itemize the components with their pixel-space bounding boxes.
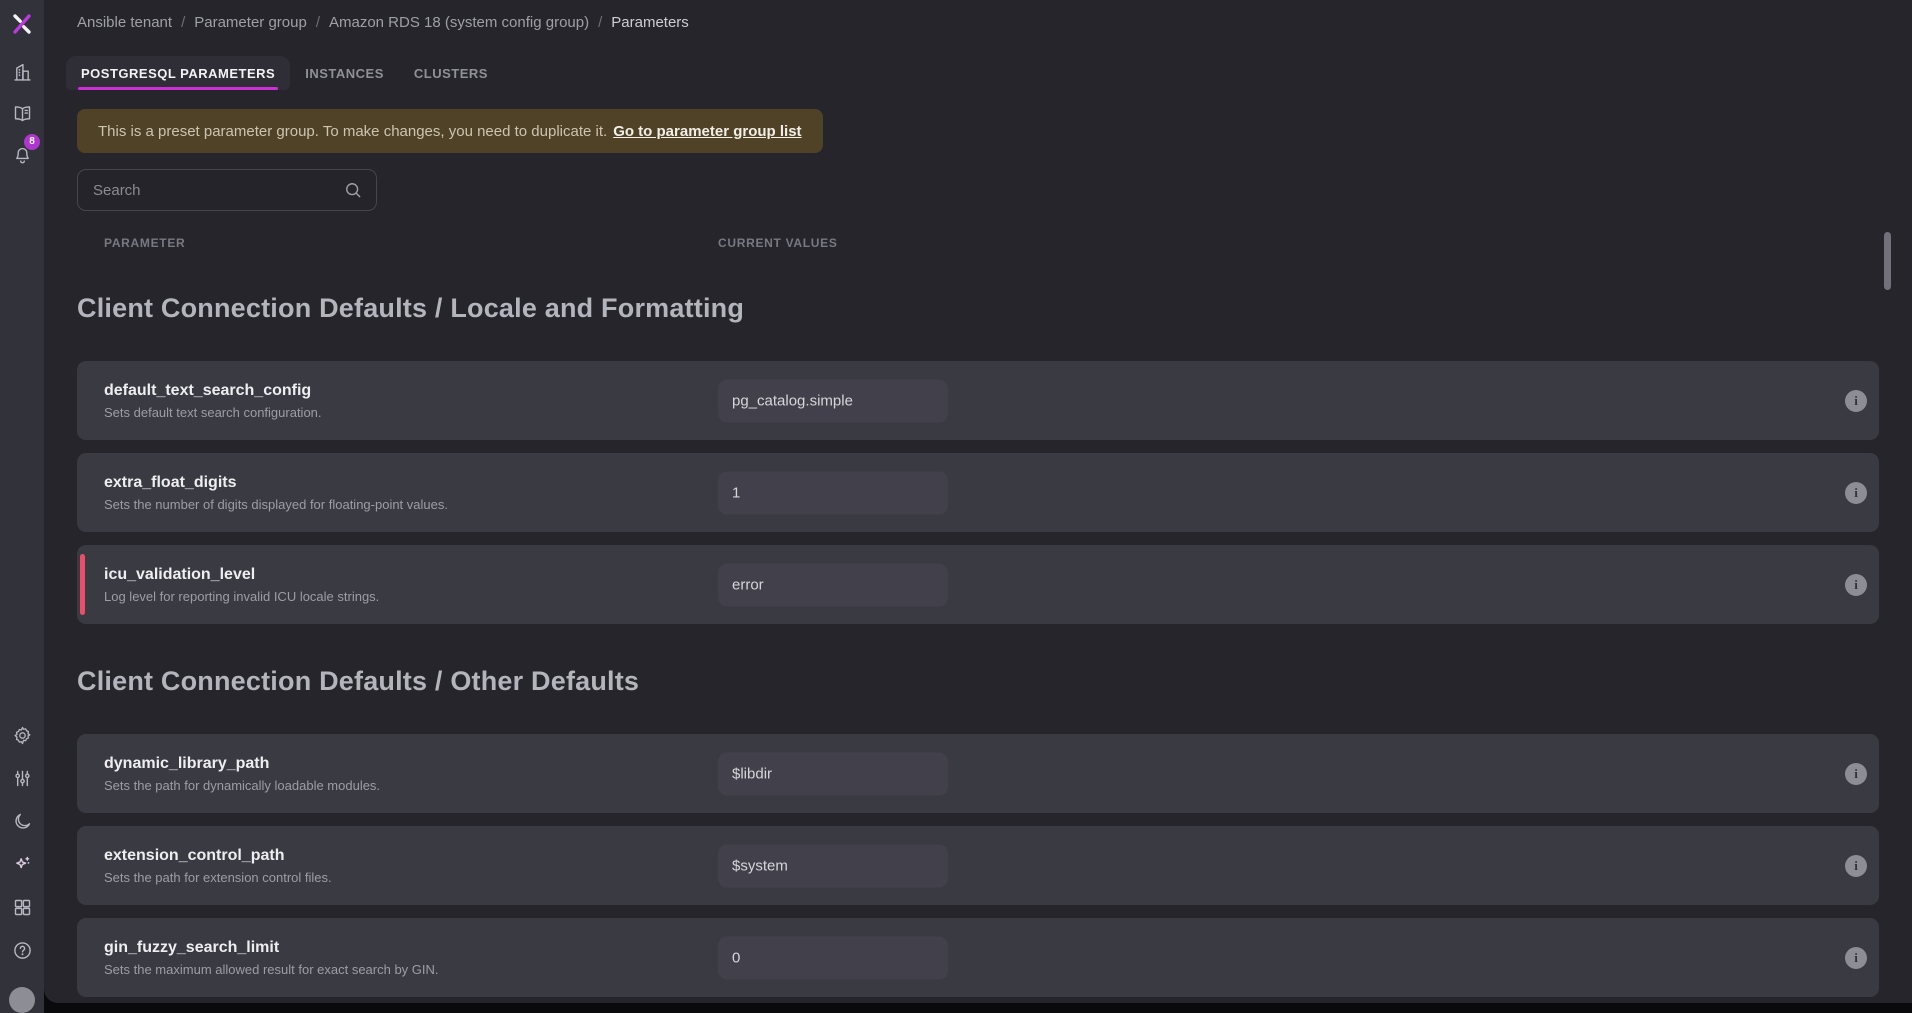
parameter-description: Sets the path for extension control file… (104, 870, 332, 885)
parameter-value-input[interactable]: $system (718, 844, 948, 887)
parameter-name: icu_validation_level (104, 566, 379, 584)
parameter-value-input[interactable]: pg_catalog.simple (718, 379, 948, 422)
parameter-row: gin_fuzzy_search_limit Sets the maximum … (77, 918, 1879, 997)
sparkles-icon (12, 854, 33, 875)
breadcrumb-separator: / (181, 14, 185, 31)
moon-icon (12, 811, 33, 832)
info-icon[interactable]: i (1845, 763, 1867, 785)
sidebar-item-settings[interactable] (8, 721, 36, 749)
parameter-info: extension_control_path Sets the path for… (104, 847, 332, 885)
tab-instances[interactable]: INSTANCES (290, 56, 399, 90)
sidebar-item-notifications[interactable]: 8 (8, 140, 36, 168)
sliders-icon (12, 768, 33, 789)
sidebar: 8 (0, 0, 44, 1013)
parameter-description: Sets default text search configuration. (104, 405, 322, 420)
table-header: PARAMETER CURRENT VALUES (44, 236, 1912, 251)
breadcrumb-item[interactable]: Ansible tenant (77, 14, 172, 31)
info-icon[interactable]: i (1845, 482, 1867, 504)
parameter-info: default_text_search_config Sets default … (104, 382, 322, 420)
parameter-description: Log level for reporting invalid ICU loca… (104, 589, 379, 604)
sidebar-item-documentation[interactable] (8, 99, 36, 127)
parameter-info: dynamic_library_path Sets the path for d… (104, 755, 380, 793)
search-icon (343, 180, 363, 200)
sidebar-item-organization[interactable] (8, 58, 36, 86)
tab-bar: POSTGRESQL PARAMETERSINSTANCESCLUSTERS (66, 56, 1912, 90)
breadcrumb-item[interactable]: Amazon RDS 18 (system config group) (329, 14, 589, 31)
parameter-info: icu_validation_level Log level for repor… (104, 566, 379, 604)
info-icon[interactable]: i (1845, 574, 1867, 596)
breadcrumb: Ansible tenant / Parameter group / Amazon RD… (44, 0, 1912, 32)
parameter-description: Sets the number of digits displayed for … (104, 497, 448, 512)
sidebar-item-ai-assistant[interactable] (8, 850, 36, 878)
main-content: Ansible tenant / Parameter group / Amazon RD… (44, 0, 1912, 1003)
parameter-value-input[interactable]: error (718, 563, 948, 606)
go-to-parameter-group-list-link[interactable]: Go to parameter group list (613, 123, 801, 140)
parameter-section: Client Connection Defaults / Locale and … (44, 293, 1912, 624)
parameter-rows: dynamic_library_path Sets the path for d… (77, 734, 1879, 997)
sidebar-item-apps[interactable] (8, 893, 36, 921)
parameter-description: Sets the maximum allowed result for exac… (104, 962, 439, 977)
sidebar-item-dark-mode[interactable] (8, 807, 36, 835)
sidebar-item-preferences[interactable] (8, 764, 36, 792)
book-icon (12, 103, 33, 124)
parameter-description: Sets the path for dynamically loadable m… (104, 778, 380, 793)
x-logo-icon (10, 12, 34, 36)
info-icon[interactable]: i (1845, 947, 1867, 969)
search-input[interactable] (78, 182, 343, 199)
parameter-row: extra_float_digits Sets the number of di… (77, 453, 1879, 532)
sidebar-item-help[interactable] (8, 936, 36, 964)
breadcrumb-separator: / (598, 14, 602, 31)
help-icon (12, 940, 33, 961)
banner-text: This is a preset parameter group. To mak… (98, 123, 607, 140)
parameter-name: default_text_search_config (104, 382, 322, 400)
building-icon (12, 62, 33, 83)
parameter-section: Client Connection Defaults / Other Defau… (44, 666, 1912, 997)
section-title: Client Connection Defaults / Other Defau… (77, 666, 1912, 697)
grid-icon (12, 897, 33, 918)
parameter-info: extra_float_digits Sets the number of di… (104, 474, 448, 512)
app-window: 8 (0, 0, 1912, 1013)
info-icon[interactable]: i (1845, 390, 1867, 412)
notification-badge: 8 (24, 134, 40, 150)
search-box (77, 169, 377, 211)
parameter-row: icu_validation_level Log level for repor… (77, 545, 1879, 624)
breadcrumb-separator: / (316, 14, 320, 31)
preset-warning-banner: This is a preset parameter group. To mak… (77, 109, 823, 153)
column-header-current-values: CURRENT VALUES (718, 236, 838, 250)
breadcrumb-item[interactable]: Parameter group (194, 14, 307, 31)
parameter-row: dynamic_library_path Sets the path for d… (77, 734, 1879, 813)
parameter-value-input[interactable]: $libdir (718, 752, 948, 795)
scrollbar-thumb[interactable] (1884, 232, 1891, 290)
parameter-rows: default_text_search_config Sets default … (77, 361, 1879, 624)
parameter-value-input[interactable]: 0 (718, 936, 948, 979)
parameter-name: gin_fuzzy_search_limit (104, 939, 439, 957)
user-avatar[interactable] (9, 987, 35, 1013)
parameter-value-input[interactable]: 1 (718, 471, 948, 514)
gear-icon (12, 725, 33, 746)
parameter-sections: Client Connection Defaults / Locale and … (44, 293, 1912, 997)
modified-accent-bar (80, 554, 85, 615)
column-header-parameter: PARAMETER (104, 236, 185, 250)
parameter-name: extra_float_digits (104, 474, 448, 492)
section-title: Client Connection Defaults / Locale and … (77, 293, 1912, 324)
parameter-row: default_text_search_config Sets default … (77, 361, 1879, 440)
sidebar-bottom-nav (8, 721, 36, 1013)
parameter-name: extension_control_path (104, 847, 332, 865)
sidebar-top-nav: 8 (8, 58, 36, 168)
app-logo[interactable] (8, 10, 36, 38)
tab-clusters[interactable]: CLUSTERS (399, 56, 503, 90)
parameter-row: extension_control_path Sets the path for… (77, 826, 1879, 905)
info-icon[interactable]: i (1845, 855, 1867, 877)
tab-postgresql-parameters[interactable]: POSTGRESQL PARAMETERS (66, 56, 290, 90)
breadcrumb-item: Parameters (611, 14, 689, 31)
parameter-name: dynamic_library_path (104, 755, 380, 773)
parameter-info: gin_fuzzy_search_limit Sets the maximum … (104, 939, 439, 977)
